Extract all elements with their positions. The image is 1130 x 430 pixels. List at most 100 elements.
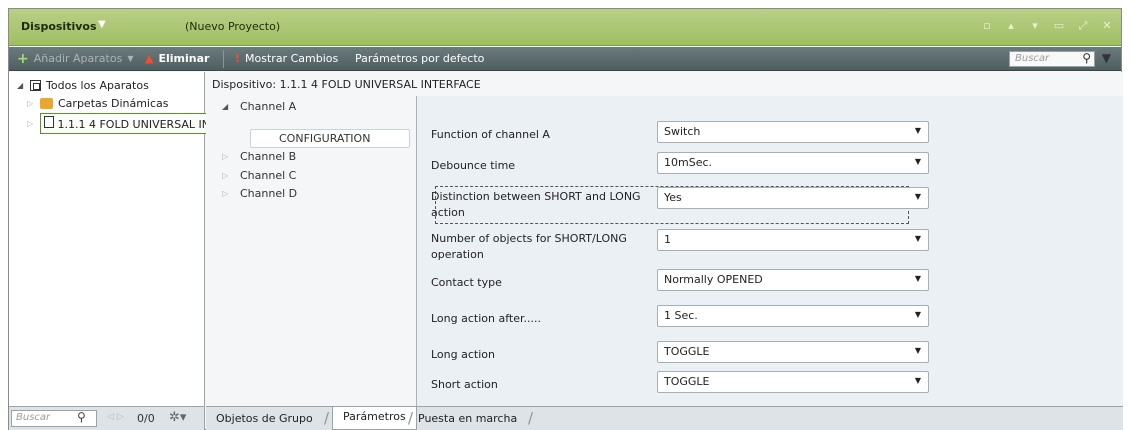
add-devices-button[interactable]: + Añadir Aparatos ▼	[17, 50, 134, 67]
collapsed-icon[interactable]: ▷	[27, 119, 35, 128]
collapsed-icon[interactable]: ▷	[222, 152, 230, 161]
restore-icon[interactable]: ▫	[981, 19, 993, 33]
select-value: 1	[664, 233, 671, 246]
channel-label: Channel A	[240, 100, 297, 113]
chevron-down-icon: ▼	[914, 234, 921, 243]
devices-window: Dispositivos ▼ (Nuevo Proyecto) ▫ ▴ ▾ ▭ …	[8, 8, 1123, 430]
show-changes-label: Mostrar Cambios	[245, 52, 339, 65]
channel-d-item[interactable]: ▷ Channel D	[222, 187, 297, 200]
delete-button[interactable]: ▲ Eliminar	[145, 52, 209, 65]
toolbar: + Añadir Aparatos ▼ ▲ Eliminar ! Mostrar…	[9, 47, 1121, 71]
chevron-down-icon: ▼	[127, 54, 134, 63]
channel-b-item[interactable]: ▷ Channel B	[222, 150, 296, 163]
search-icon[interactable]: ⚲	[1082, 51, 1091, 65]
param-label-contact-type: Contact type	[431, 276, 502, 289]
collapsed-icon[interactable]: ▷	[222, 189, 230, 198]
move-down-icon[interactable]: ▾	[1029, 19, 1041, 33]
channel-label: Channel C	[240, 169, 297, 182]
dynamic-folder-icon	[40, 98, 53, 109]
minimize-icon[interactable]: ▭	[1053, 19, 1065, 33]
tab-commissioning[interactable]: Puesta en marcha	[418, 412, 517, 425]
tab-group-objects[interactable]: Objetos de Grupo	[216, 412, 313, 425]
device-icon	[44, 116, 54, 128]
tab-divider: /	[528, 409, 534, 427]
param-label-long-after: Long action after.....	[431, 312, 541, 325]
tab-divider: /	[408, 409, 414, 427]
expanded-icon[interactable]: ◢	[17, 81, 25, 90]
channel-label: Channel B	[240, 150, 297, 163]
tree-item-all-devices[interactable]: ◢ Todos los Aparatos	[17, 79, 149, 92]
parameters-panel: Function of channel A Switch ▼ Debounce …	[416, 96, 1123, 406]
chevron-down-icon: ▼	[914, 157, 921, 166]
show-changes-button[interactable]: ! Mostrar Cambios	[235, 52, 338, 65]
delete-icon: ▲	[145, 52, 154, 65]
device-header: Dispositivo: 1.1.1 4 FOLD UNIVERSAL INTE…	[206, 72, 1123, 96]
default-params-button[interactable]: Parámetros por defecto	[355, 52, 484, 65]
collapsed-icon[interactable]: ▷	[222, 171, 230, 180]
gear-icon[interactable]: ✲▾	[169, 410, 186, 425]
tree-footer: Buscar ⚲ ◁ ▷ 0/0 ✲▾	[9, 406, 205, 430]
select-value: TOGGLE	[664, 375, 710, 388]
channel-a-item[interactable]: ◢ Channel A	[222, 100, 296, 113]
param-label-num-objects: Number of objects for SHORT/LONG operati…	[431, 232, 627, 261]
function-select[interactable]: Switch ▼	[657, 121, 929, 143]
tree-item-label: Todos los Aparatos	[46, 79, 149, 92]
window-controls: ▫ ▴ ▾ ▭ ⤢ ✕	[981, 19, 1113, 33]
param-label-long-action: Long action	[431, 348, 495, 361]
select-value: Switch	[664, 125, 701, 138]
tree-item-label: 1.1.1 4 FOLD UNIVERSAL IN...	[57, 118, 221, 131]
search-icon[interactable]: ⚲	[77, 410, 86, 424]
short-action-select[interactable]: TOGGLE ▼	[657, 371, 929, 393]
configuration-item[interactable]: CONFIGURATION	[250, 129, 410, 148]
project-name: (Nuevo Proyecto)	[185, 20, 281, 33]
select-value: TOGGLE	[664, 345, 710, 358]
move-up-icon[interactable]: ▴	[1005, 19, 1017, 33]
param-label-function: Function of channel A	[431, 128, 550, 141]
num-objects-select[interactable]: 1 ▼	[657, 229, 929, 251]
select-value: Yes	[664, 191, 682, 204]
chevron-down-icon: ▼	[914, 376, 921, 385]
close-icon[interactable]: ✕	[1101, 19, 1113, 33]
distinction-select[interactable]: Yes ▼	[657, 187, 929, 209]
alert-icon: !	[235, 52, 241, 65]
param-label-distinction: Distinction between SHORT and LONG actio…	[431, 190, 641, 219]
long-after-select[interactable]: 1 Sec. ▼	[657, 305, 929, 327]
collapsed-icon[interactable]: ▷	[27, 99, 35, 108]
prev-next-icons[interactable]: ◁ ▷	[107, 412, 124, 422]
result-count: 0/0	[137, 412, 155, 425]
tree-item-dynamic-folders[interactable]: ▷ Carpetas Dinámicas	[27, 97, 169, 110]
default-params-label: Parámetros por defecto	[355, 52, 485, 65]
param-label-short-action: Short action	[431, 378, 498, 391]
selected-device[interactable]: 1.1.1 4 FOLD UNIVERSAL IN...	[40, 113, 225, 134]
title-dropdown-icon[interactable]: ▼	[98, 19, 106, 30]
delete-label: Eliminar	[158, 52, 210, 65]
channel-label: Channel D	[240, 187, 298, 200]
toolbar-divider	[223, 50, 224, 68]
contact-type-select[interactable]: Normally OPENED ▼	[657, 269, 929, 291]
plus-icon: +	[17, 50, 29, 67]
param-label-debounce: Debounce time	[431, 159, 516, 172]
panel-title[interactable]: Dispositivos	[21, 20, 97, 33]
chevron-down-icon: ▼	[914, 192, 921, 201]
chevron-down-icon: ▼	[914, 346, 921, 355]
device-tree: ◢ Todos los Aparatos ▷ Carpetas Dinámica…	[9, 72, 225, 406]
tab-divider: /	[324, 409, 330, 427]
devices-icon	[30, 80, 41, 91]
chevron-down-icon: ▼	[914, 274, 921, 283]
tab-parameters[interactable]: Parámetros	[332, 407, 417, 430]
bottom-tab-bar: Objetos de Grupo / Parámetros / Puesta e…	[206, 406, 1123, 430]
tree-item-label: Carpetas Dinámicas	[58, 97, 169, 110]
maximize-icon[interactable]: ⤢	[1077, 19, 1089, 33]
channel-c-item[interactable]: ▷ Channel C	[222, 169, 296, 182]
chevron-down-icon: ▼	[914, 126, 921, 135]
select-value: Normally OPENED	[664, 273, 763, 286]
long-action-select[interactable]: TOGGLE ▼	[657, 341, 929, 363]
channel-list: ◢ Channel A CONFIGURATION ▷ Channel B ▷ …	[206, 96, 416, 406]
chevron-down-icon: ▼	[914, 310, 921, 319]
debounce-select[interactable]: 10mSec. ▼	[657, 152, 929, 174]
select-value: 1 Sec.	[664, 309, 698, 322]
expanded-icon[interactable]: ◢	[222, 102, 230, 111]
tree-item-device[interactable]: ▷ 1.1.1 4 FOLD UNIVERSAL IN...	[27, 113, 225, 134]
filter-icon[interactable]: ▼	[1102, 51, 1111, 65]
add-devices-label: Añadir Aparatos	[33, 52, 123, 65]
